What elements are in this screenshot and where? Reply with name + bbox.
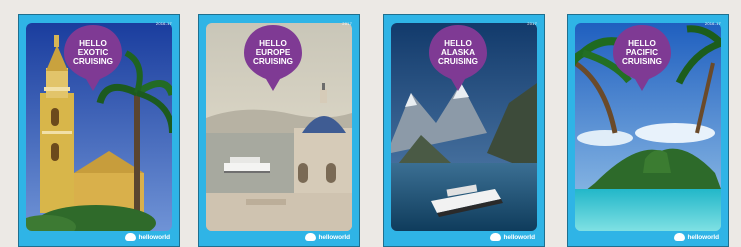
location-pin-badge: HELLO PACIFIC CRUISING xyxy=(611,23,673,93)
location-pin-badge: HELLO EXOTIC CRUISING xyxy=(62,23,124,93)
edition-year: 2016-17 xyxy=(704,21,721,26)
brand-logo: helloworld xyxy=(305,231,350,243)
location-pin-badge: HELLO ALASKA CRUISING xyxy=(427,23,489,93)
cloud-icon xyxy=(125,233,137,241)
location-pin-badge: HELLO EUROPE CRUISING xyxy=(242,23,304,93)
brand-logo: helloworld xyxy=(490,231,535,243)
brochure-alaska[interactable]: 2017 HELLO ALASKA CRUISING helloworld xyxy=(383,14,545,247)
brand-logo: helloworld xyxy=(125,231,170,243)
brochure-title: HELLO EUROPE CRUISING xyxy=(252,39,294,66)
cloud-icon xyxy=(674,233,686,241)
brochure-title: HELLO EXOTIC CRUISING xyxy=(72,39,114,66)
cloud-icon xyxy=(305,233,317,241)
brochure-europe[interactable]: 2017 HELLO EUROPE CRUISING helloworld xyxy=(198,14,360,247)
brochure-pacific[interactable]: 2016-17 HELLO PACIFIC CRUISING helloworl… xyxy=(567,14,729,247)
cloud-icon xyxy=(490,233,502,241)
edition-year: 2017 xyxy=(527,21,537,26)
brochure-gallery: 2016-17 HELLO EXOTIC CRUISING helloworld xyxy=(0,0,741,247)
brand-logo: helloworld xyxy=(674,231,719,243)
edition-year: 2017 xyxy=(342,21,352,26)
brochure-title: HELLO PACIFIC CRUISING xyxy=(621,39,663,66)
brochure-title: HELLO ALASKA CRUISING xyxy=(437,39,479,66)
edition-year: 2016-17 xyxy=(155,21,172,26)
brochure-exotic[interactable]: 2016-17 HELLO EXOTIC CRUISING helloworld xyxy=(18,14,180,247)
